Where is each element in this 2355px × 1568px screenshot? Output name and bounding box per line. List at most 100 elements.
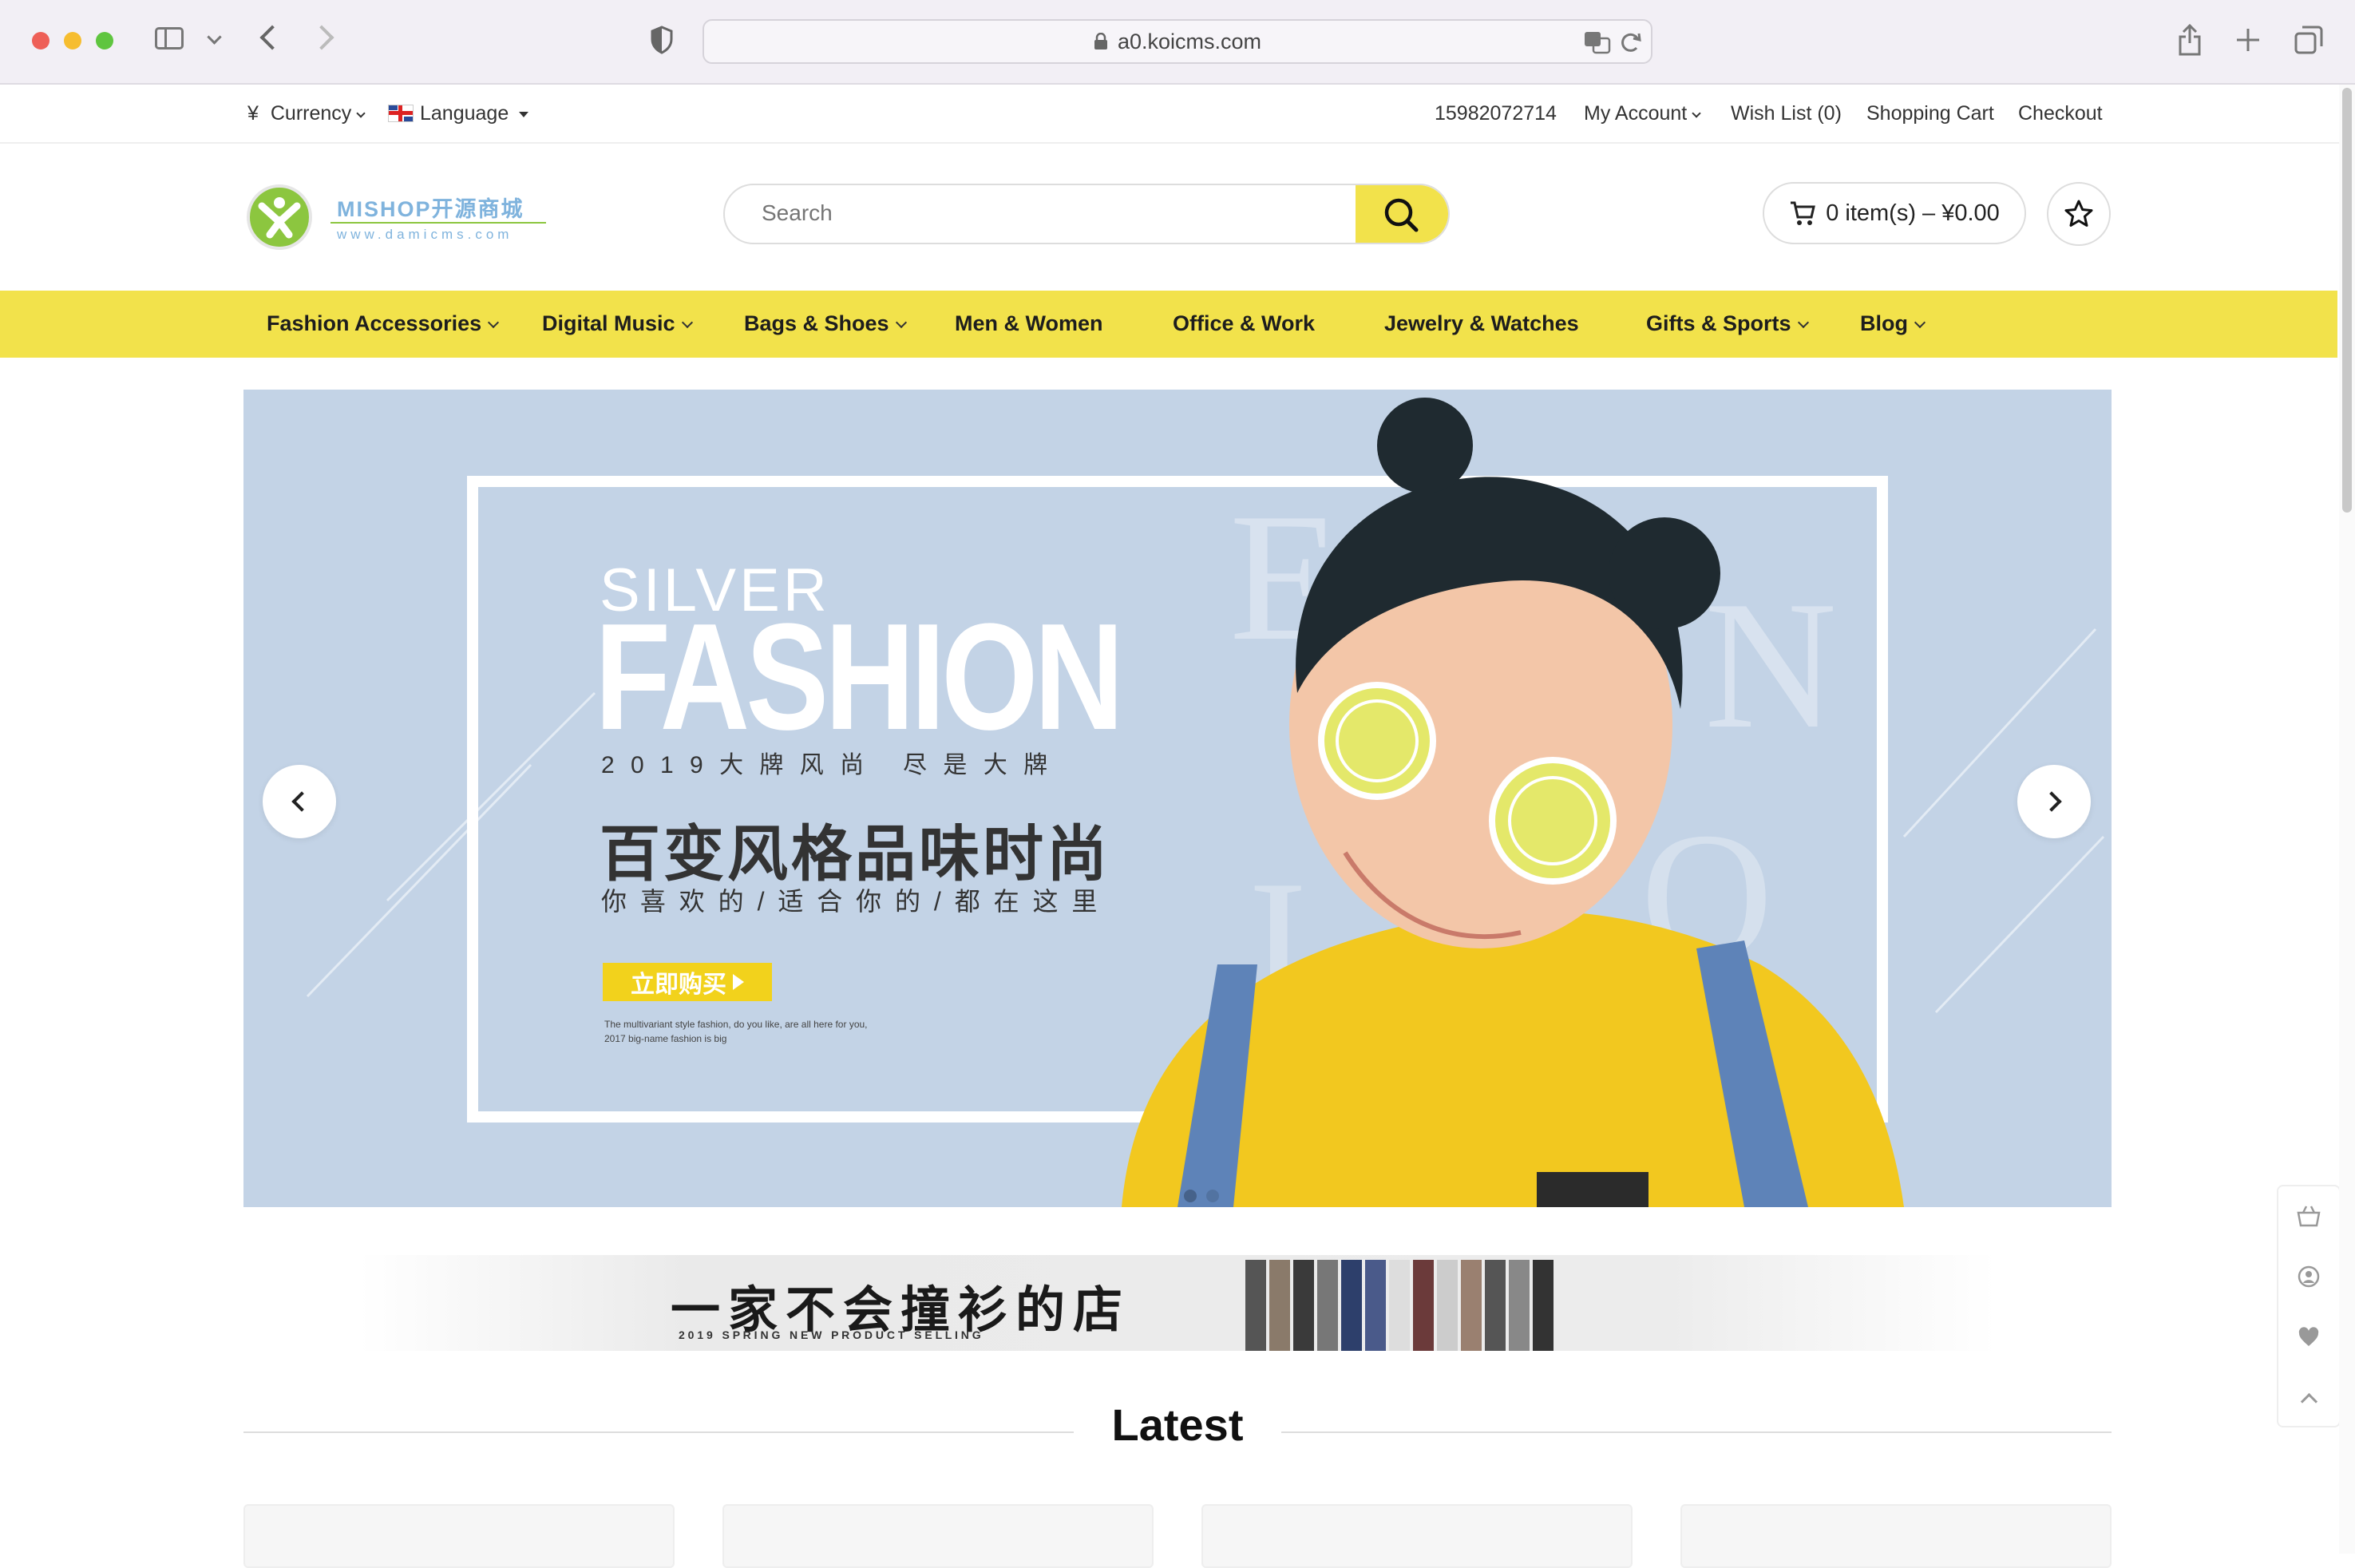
hero-banner[interactable]: E N J O SILVER FASHION 2 0 1 9 大 牌 风 尚 尽… — [243, 390, 2112, 1207]
site-logo[interactable]: MISHOP开源商城 www.damicms.com — [246, 182, 565, 254]
basket-icon — [2297, 1206, 2321, 1227]
close-window-button[interactable] — [32, 32, 49, 49]
share-icon[interactable] — [2178, 24, 2202, 56]
promo-subtitle: 2 0 1 9 S P R I N G N E W P R O D U C T … — [679, 1328, 981, 1341]
wish-list-link[interactable]: Wish List (0) — [1731, 102, 1842, 125]
product-card[interactable] — [1201, 1504, 1633, 1568]
nav-item-bags-shoes[interactable]: Bags & Shoes — [744, 311, 907, 336]
slider-prev-button[interactable] — [263, 765, 336, 838]
shopping-cart-link[interactable]: Shopping Cart — [1866, 102, 1994, 125]
currency-label: Currency — [270, 102, 352, 125]
banner-small-text: 2017 big-name fashion is big — [604, 1033, 727, 1044]
banner-cta-label: 立即购买 — [631, 972, 726, 998]
chevron-down-icon — [1692, 109, 1701, 118]
new-tab-icon[interactable] — [2235, 27, 2261, 53]
url-text: a0.koicms.com — [1117, 29, 1262, 53]
logo-subtitle: www.damicms.com — [337, 227, 513, 242]
nav-item-office-work[interactable]: Office & Work — [1173, 311, 1315, 336]
forward-arrow-icon[interactable] — [309, 25, 334, 50]
search-icon — [1384, 198, 1419, 232]
nav-label: Office & Work — [1173, 311, 1316, 335]
lock-icon — [1094, 33, 1107, 49]
chevron-down-icon[interactable] — [207, 30, 222, 45]
nav-label: Digital Music — [542, 311, 675, 335]
main-navigation: Fashion Accessories Digital Music Bags &… — [0, 291, 2337, 358]
nav-item-gifts-sports[interactable]: Gifts & Sports — [1646, 311, 1809, 336]
nav-label: Gifts & Sports — [1646, 311, 1791, 335]
nav-item-men-women[interactable]: Men & Women — [955, 311, 1103, 336]
chevron-down-icon — [1914, 316, 1926, 329]
model-photo — [1122, 398, 1904, 1207]
chevron-left-icon — [291, 791, 312, 812]
banner-cta-button[interactable]: 立即购买 — [603, 963, 772, 1001]
chevron-down-icon — [1797, 316, 1809, 329]
scrollbar-thumb[interactable] — [2342, 88, 2352, 513]
chevron-up-icon — [2300, 1392, 2317, 1410]
minimize-window-button[interactable] — [64, 32, 81, 49]
checkout-link[interactable]: Checkout — [2018, 102, 2103, 125]
chevron-right-icon — [2041, 791, 2062, 812]
slider-dot[interactable] — [1206, 1190, 1219, 1202]
back-arrow-icon[interactable] — [259, 25, 285, 50]
sidebar-toggle-icon[interactable] — [155, 27, 184, 49]
browser-toolbar: a0.koicms.com — [0, 0, 2355, 85]
my-account-menu[interactable]: My Account — [1584, 102, 1701, 125]
logo-divider — [330, 222, 546, 224]
product-card[interactable] — [722, 1504, 1154, 1568]
uk-flag-icon — [388, 105, 414, 122]
language-selector[interactable]: Language — [388, 102, 529, 125]
user-icon — [2298, 1265, 2320, 1288]
nav-label: Blog — [1860, 311, 1908, 335]
nav-label: Bags & Shoes — [744, 311, 889, 335]
banner-small-text: The multivariant style fashion, do you l… — [604, 1019, 868, 1030]
slider-next-button[interactable] — [2017, 765, 2091, 838]
logo-icon — [247, 184, 312, 250]
back-to-top-button[interactable] — [2278, 1368, 2339, 1427]
promo-banner[interactable]: 一家不会撞衫的店 2 0 1 9 S P R I N G N E W P R O… — [359, 1255, 1996, 1351]
cart-button[interactable]: 0 item(s) – ¥0.00 — [1763, 182, 2026, 244]
currency-selector[interactable]: ¥ Currency — [247, 102, 366, 125]
product-card[interactable] — [243, 1504, 675, 1568]
banner-headline: 百变风格品味时尚 — [600, 821, 1110, 889]
clothes-rack-image — [1245, 1260, 1554, 1351]
maximize-window-button[interactable] — [96, 32, 113, 49]
search-box — [723, 184, 1450, 244]
cart-icon — [1791, 201, 1816, 225]
banner-line3: 2 0 1 9 大 牌 风 尚 尽 是 大 牌 — [601, 752, 1053, 778]
caret-down-icon — [519, 112, 529, 117]
address-bar[interactable]: a0.koicms.com — [703, 19, 1652, 64]
play-arrow-icon — [733, 974, 744, 990]
floating-toolbar — [2277, 1185, 2341, 1427]
phone-number: 15982072714 — [1435, 102, 1557, 125]
side-cart-button[interactable] — [2278, 1186, 2339, 1245]
nav-item-digital-music[interactable]: Digital Music — [542, 311, 693, 336]
nav-item-blog[interactable]: Blog — [1860, 311, 1926, 336]
logo-title: MISHOP开源商城 — [337, 197, 524, 221]
tab-overview-icon[interactable] — [2294, 26, 2323, 54]
reload-icon[interactable] — [1619, 30, 1643, 54]
slider-dot[interactable] — [1184, 1190, 1197, 1202]
nav-item-jewelry-watches[interactable]: Jewelry & Watches — [1384, 311, 1579, 336]
top-bar: ¥ Currency Language 15982072714 My Accou… — [0, 85, 2355, 144]
cart-summary: 0 item(s) – ¥0.00 — [1826, 200, 2000, 226]
product-card[interactable] — [1680, 1504, 2112, 1568]
privacy-shield-icon[interactable] — [650, 26, 674, 54]
wishlist-button[interactable] — [2047, 182, 2111, 246]
search-input[interactable] — [760, 200, 1322, 227]
side-wishlist-button[interactable] — [2278, 1308, 2339, 1367]
nav-label: Fashion Accessories — [267, 311, 482, 335]
chevron-down-icon — [895, 316, 907, 329]
nav-item-fashion-accessories[interactable]: Fashion Accessories — [267, 311, 500, 336]
chevron-down-icon — [356, 109, 366, 118]
star-icon — [2064, 200, 2093, 227]
language-label: Language — [420, 102, 509, 125]
translate-icon[interactable] — [1584, 30, 1611, 54]
nav-label: Men & Women — [955, 311, 1103, 335]
banner-subline: 你 喜 欢 的 / 适 合 你 的 / 都 在 这 里 — [601, 887, 1101, 916]
chevron-down-icon — [681, 316, 693, 329]
side-account-button[interactable] — [2278, 1247, 2339, 1306]
heart-icon — [2298, 1327, 2319, 1346]
chevron-down-icon — [488, 316, 500, 329]
banner-line2: FASHION — [595, 592, 1124, 762]
search-button[interactable] — [1356, 185, 1448, 243]
